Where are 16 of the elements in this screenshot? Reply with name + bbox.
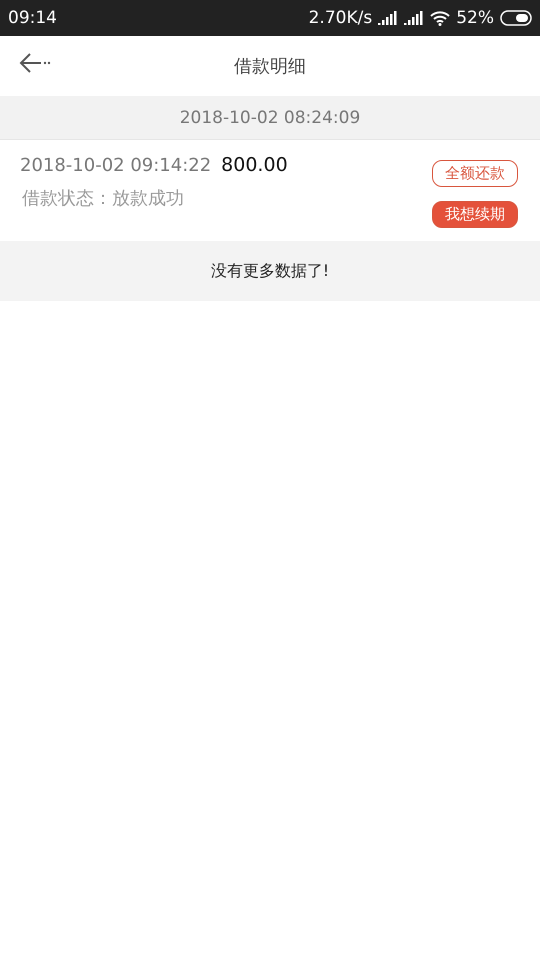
loan-status: 借款状态：放款成功 bbox=[21, 187, 185, 210]
no-more-data-text: 没有更多数据了! bbox=[210, 260, 330, 282]
wifi-icon bbox=[430, 10, 450, 26]
group-date: 2018-10-02 08:24:09 bbox=[180, 108, 360, 128]
back-arrow-icon bbox=[18, 52, 52, 74]
battery-percent: 52% bbox=[456, 8, 494, 28]
signal-icon bbox=[404, 11, 424, 25]
status-time: 09:14 bbox=[8, 8, 57, 28]
battery-icon bbox=[500, 10, 532, 26]
loan-amount: 800.00 bbox=[221, 154, 288, 176]
renew-button[interactable]: 我想续期 bbox=[432, 201, 518, 228]
signal-icon bbox=[378, 11, 398, 25]
repay-button[interactable]: 全额还款 bbox=[432, 160, 518, 187]
record-datetime: 2018-10-02 09:14:22 bbox=[20, 155, 212, 176]
network-speed: 2.70K/s bbox=[308, 8, 372, 28]
page-title: 借款明细 bbox=[234, 55, 306, 78]
